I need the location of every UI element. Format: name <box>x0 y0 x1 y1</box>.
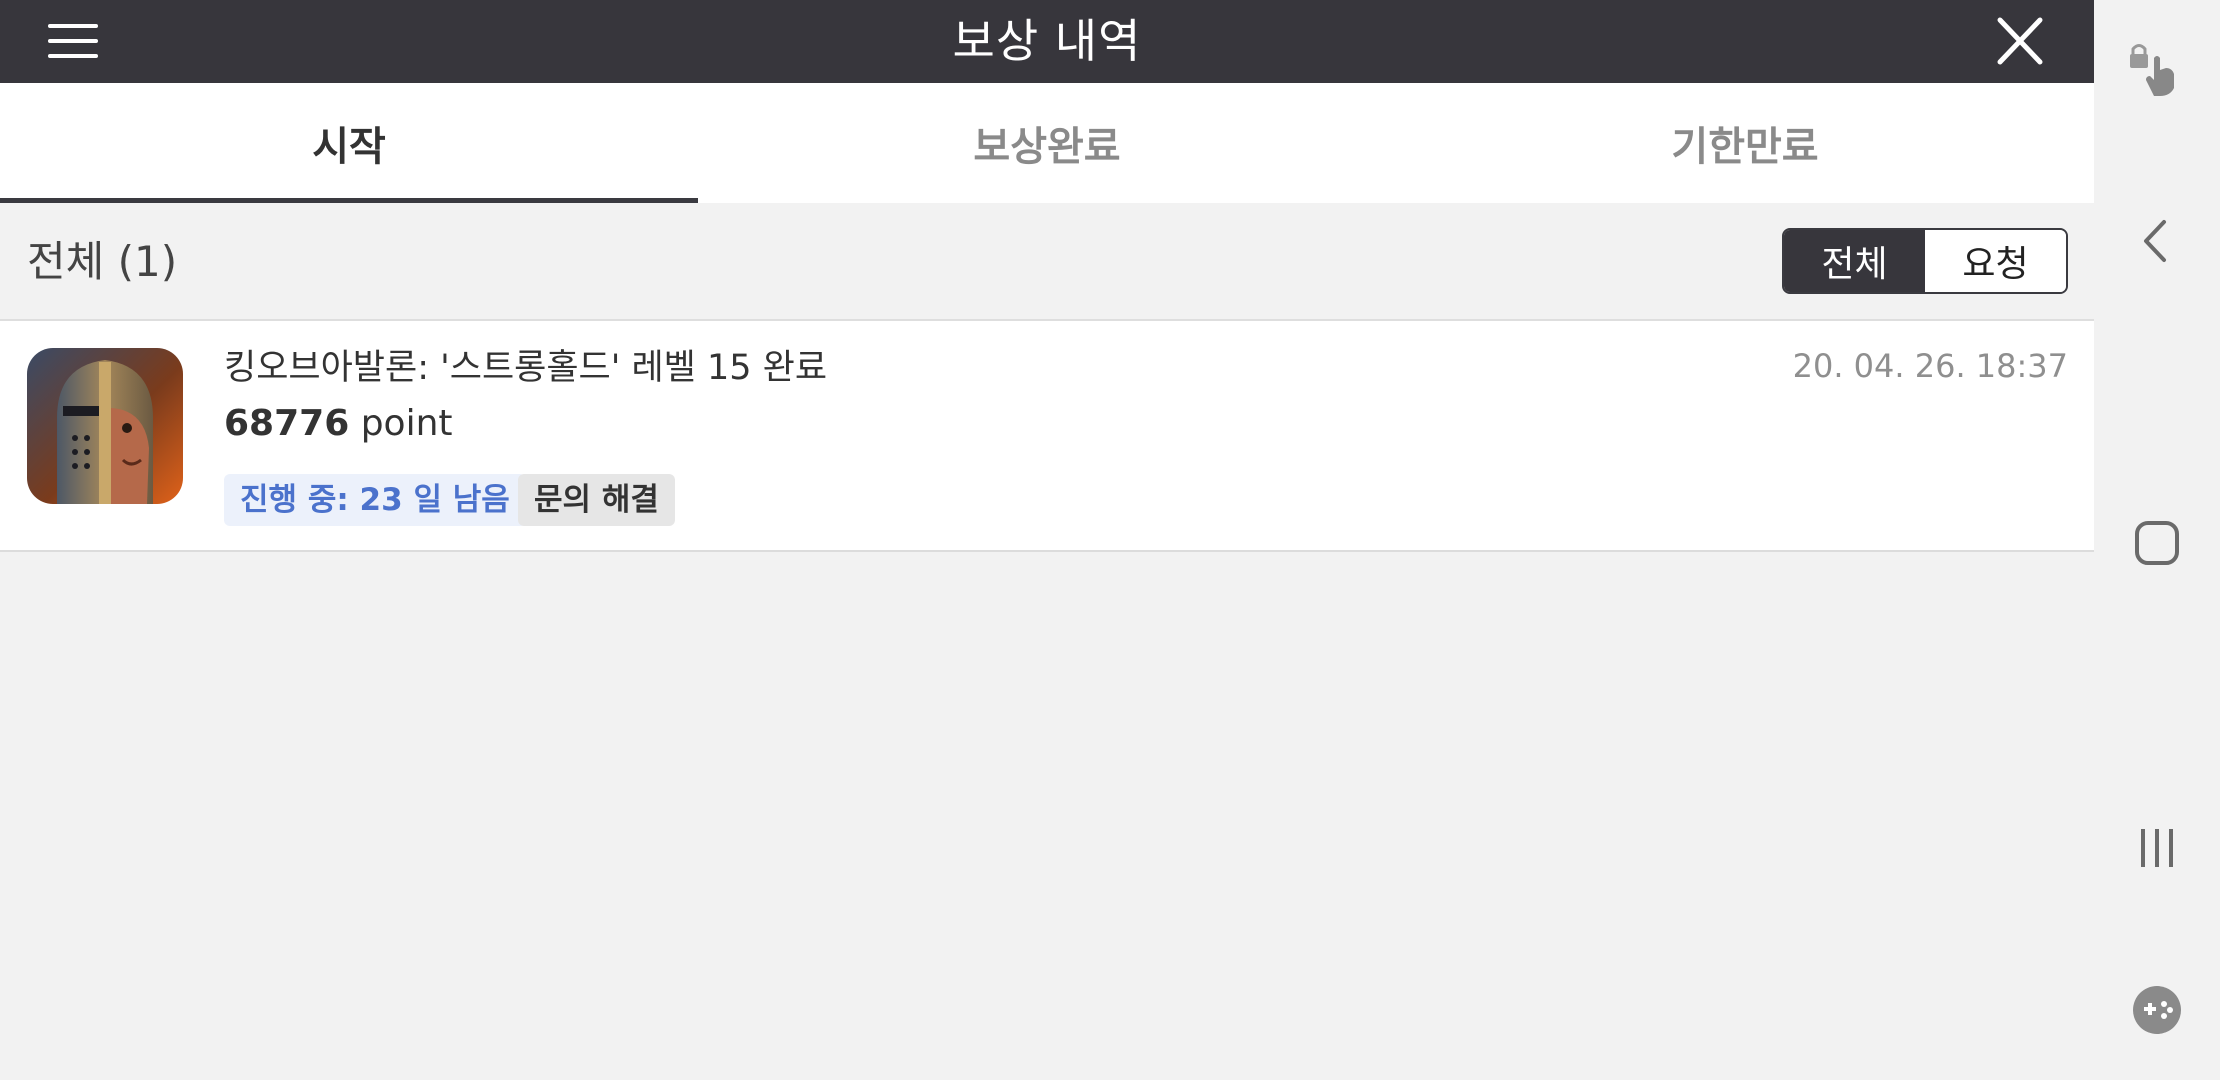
close-icon[interactable] <box>1990 14 2050 70</box>
filter-segmented-control: 전체 요청 <box>1782 228 2068 294</box>
points-value: 68776 <box>224 403 350 444</box>
page-title: 보상 내역 <box>952 14 1142 68</box>
reward-history-screen: 보상 내역 시작 보상완료 기한만료 전체 (1) 전체 요청 킹오브아발론: … <box>0 0 2094 1080</box>
tab-bar: 시작 보상완료 기한만료 <box>0 83 2094 203</box>
lock-touch-icon[interactable] <box>2124 36 2190 102</box>
total-count-label: 전체 (1) <box>27 237 178 286</box>
system-nav-bar <box>2094 0 2220 1080</box>
mission-title: 킹오브아발론: '스트롱홀드' 레벨 15 완료 <box>224 348 828 388</box>
filter-row: 전체 (1) <box>0 203 2094 321</box>
game-tools-icon[interactable] <box>2124 977 2190 1043</box>
filter-request-button[interactable]: 요청 <box>1925 230 2066 292</box>
points-unit: point <box>360 403 453 444</box>
tab-rewarded[interactable]: 보상완료 <box>698 83 1396 203</box>
list-item[interactable]: 킹오브아발론: '스트롱홀드' 레벨 15 완료 68776 point 20.… <box>0 321 2094 552</box>
tab-expired[interactable]: 기한만료 <box>1396 83 2094 203</box>
filter-all-button[interactable]: 전체 <box>1784 230 1925 292</box>
recents-icon[interactable] <box>2124 815 2190 881</box>
status-badge: 진행 중: 23 일 남음 <box>224 474 526 526</box>
game-knight-icon <box>27 348 183 504</box>
reward-points: 68776 point <box>224 399 453 449</box>
home-icon[interactable] <box>2124 510 2190 576</box>
back-icon[interactable] <box>2124 208 2190 274</box>
tab-started[interactable]: 시작 <box>0 83 698 203</box>
item-date: 20. 04. 26. 18:37 <box>1792 347 2068 385</box>
app-header: 보상 내역 <box>0 0 2094 83</box>
inquiry-resolve-button[interactable]: 문의 해결 <box>518 474 675 526</box>
